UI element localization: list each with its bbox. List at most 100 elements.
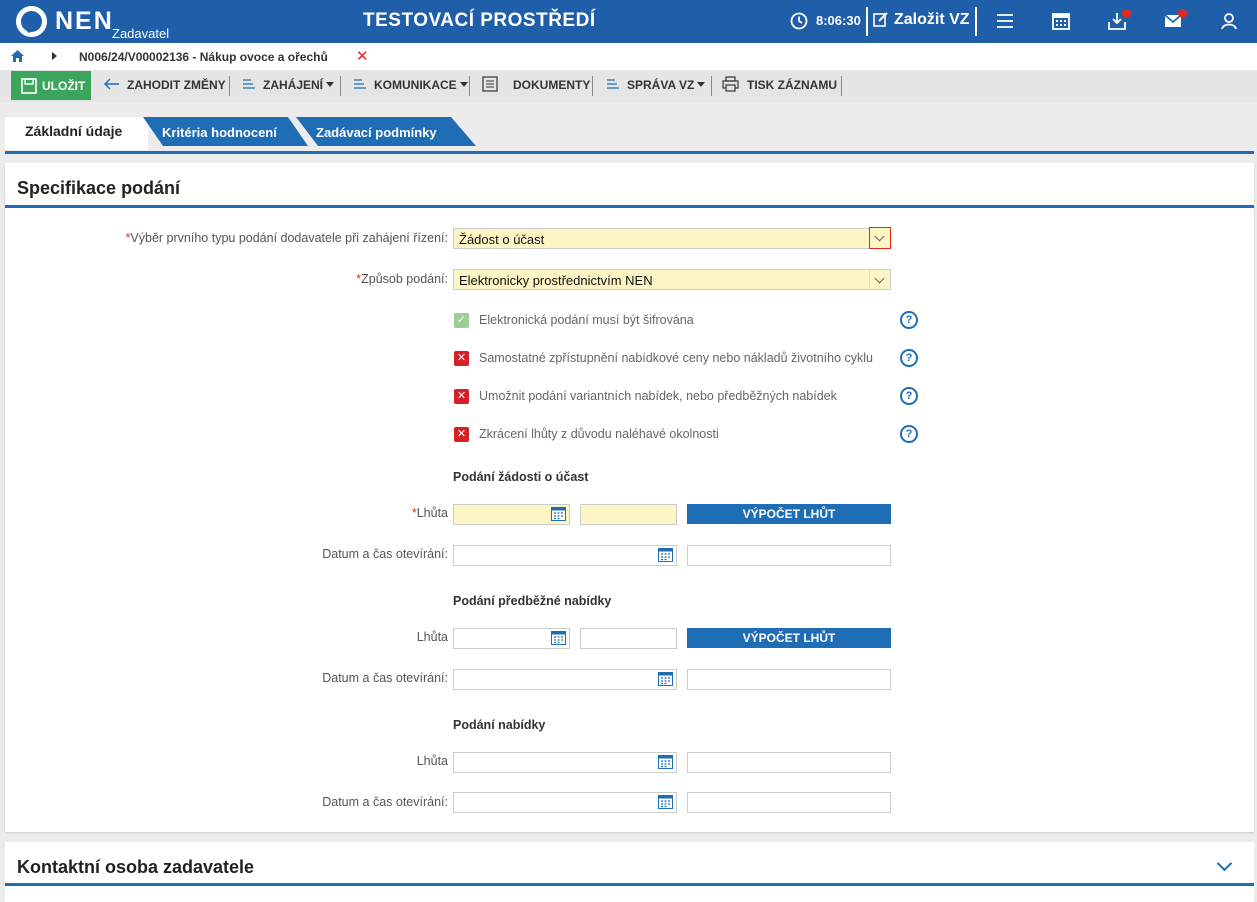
panel-underline (5, 883, 1254, 886)
divider (469, 76, 470, 96)
panel-header: Specifikace podání (5, 163, 1254, 208)
calendar-icon[interactable] (1051, 11, 1071, 31)
help-icon[interactable]: ? (900, 311, 918, 329)
urgent-shortening-checkbox-label: Zkrácení lhůty z důvodu naléhavé okolnos… (479, 427, 719, 441)
contact-person-panel[interactable]: Kontaktní osoba zadavatele (5, 842, 1254, 902)
first-submission-type-select[interactable]: Žádost o účast (453, 227, 891, 249)
encryption-checkbox[interactable]: ✓ (454, 313, 469, 328)
offer-opening-label: Datum a čas otevírání: (322, 795, 448, 809)
save-icon (21, 78, 37, 94)
tab-tender-conditions-label: Zadávací podmínky (316, 125, 437, 140)
divider (592, 76, 593, 96)
first-submission-type-label: *Výběr prvního typu podání dodavatele př… (125, 231, 448, 245)
top-bar: NEN Zadavatel TESTOVACÍ PROSTŘEDÍ 8:06:3… (0, 0, 1257, 43)
first-submission-type-value: Žádost o účast (459, 232, 545, 247)
calendar-picker-icon[interactable] (655, 793, 676, 812)
chevron-down-icon[interactable] (1216, 855, 1233, 872)
offer-deadline-date-input[interactable] (453, 752, 677, 773)
session-time: 8:06:30 (816, 13, 861, 28)
save-button[interactable]: ULOŽIT (11, 71, 91, 100)
calendar-picker-icon[interactable] (655, 546, 676, 565)
calendar-picker-icon[interactable] (548, 505, 569, 524)
calculate-deadlines-button[interactable]: VÝPOČET LHŮT (687, 628, 891, 648)
offer-deadline-label: Lhůta (416, 754, 448, 768)
help-icon[interactable]: ? (900, 387, 918, 405)
tab-basic-info[interactable]: Základní údaje (5, 117, 148, 150)
print-record-button[interactable]: TISK ZÁZNAMU (722, 76, 837, 92)
request-deadline-date-input[interactable] (453, 504, 570, 525)
request-deadline-time-input[interactable] (580, 504, 677, 525)
toolbar: ULOŽIT ZAHODIT ZMĚNY ZAHÁJENÍ KOMUNIKACE… (0, 70, 1257, 102)
encryption-checkbox-label: Elektronická podání musí být šifrována (479, 313, 694, 327)
help-icon[interactable]: ? (900, 349, 918, 367)
create-contract-button[interactable]: Založit VZ (873, 11, 970, 29)
documents-label: DOKUMENTY (513, 78, 591, 92)
tab-basic-info-label: Základní údaje (25, 123, 123, 139)
submission-method-value: Elektronicky prostřednictvím NEN (459, 273, 653, 288)
urgent-shortening-checkbox[interactable]: ✕ (454, 427, 469, 442)
home-icon[interactable] (11, 50, 24, 62)
offer-opening-date-input[interactable] (453, 792, 677, 813)
start-menu-label: ZAHÁJENÍ (263, 78, 324, 92)
tab-tender-conditions[interactable]: Zadávací podmínky (296, 117, 476, 146)
breadcrumb-title[interactable]: N006/24/V00002136 - Nákup ovoce a ořechů (79, 50, 328, 64)
submission-method-label: *Způsob podání: (356, 272, 448, 286)
preliminary-opening-time-input[interactable] (687, 669, 891, 690)
submission-spec-panel: Specifikace podání *Výběr prvního typu p… (5, 163, 1254, 832)
offer-deadline-time-input[interactable] (687, 752, 891, 773)
chevron-down-icon[interactable] (869, 227, 891, 249)
preliminary-deadline-time-input[interactable] (580, 628, 677, 649)
divider (841, 76, 842, 96)
preliminary-opening-label: Datum a čas otevírání: (322, 671, 448, 685)
divider (711, 76, 712, 96)
list-icon (607, 79, 619, 89)
clock-icon (790, 12, 808, 30)
logo-text: NEN (55, 7, 114, 35)
help-icon[interactable]: ? (900, 425, 918, 443)
save-label: ULOŽIT (42, 79, 86, 93)
dropdown-caret-icon (459, 82, 468, 87)
tab-evaluation-criteria-label: Kritéria hodnocení (162, 125, 277, 140)
communication-menu-label: KOMUNIKACE (374, 78, 457, 92)
calendar-picker-icon[interactable] (548, 629, 569, 648)
documents-button[interactable]: DOKUMENTY (482, 76, 591, 92)
variant-offers-checkbox-label: Umožnit podání variantních nabídek, nebo… (479, 389, 837, 403)
edit-icon (873, 12, 888, 27)
contract-management-menu-button[interactable]: SPRÁVA VZ (605, 78, 706, 92)
message-badge (1178, 9, 1187, 18)
discard-changes-button[interactable]: ZAHODIT ZMĚNY (103, 78, 226, 92)
divider (866, 7, 868, 36)
print-record-label: TISK ZÁZNAMU (747, 78, 837, 92)
chevron-down-icon[interactable] (869, 270, 890, 289)
submission-method-select[interactable]: Elektronicky prostřednictvím NEN (453, 269, 891, 290)
preliminary-deadline-date-input[interactable] (453, 628, 570, 649)
communication-menu-button[interactable]: KOMUNIKACE (352, 78, 468, 92)
divider (975, 7, 977, 36)
request-opening-date-input[interactable] (453, 545, 677, 566)
calendar-picker-icon[interactable] (655, 670, 676, 689)
variant-offers-checkbox[interactable]: ✕ (454, 389, 469, 404)
undo-icon (104, 78, 119, 90)
section-title: Specifikace podání (17, 178, 181, 198)
environment-title: TESTOVACÍ PROSTŘEDÍ (363, 10, 596, 31)
dropdown-caret-icon (697, 82, 706, 87)
preliminary-opening-date-input[interactable] (453, 669, 677, 690)
close-record-icon[interactable]: ✕ (356, 47, 369, 65)
offer-opening-time-input[interactable] (687, 792, 891, 813)
nen-logo-icon (16, 6, 47, 37)
calendar-picker-icon[interactable] (655, 753, 676, 772)
menu-icon[interactable] (995, 11, 1015, 31)
offer-submission-heading: Podání nabídky (453, 718, 546, 732)
separate-price-checkbox-label: Samostatné zpřístupnění nabídkové ceny n… (479, 351, 874, 365)
calculate-deadlines-button[interactable]: VÝPOČET LHŮT (687, 504, 891, 524)
request-submission-heading: Podání žádosti o účast (453, 470, 589, 484)
request-opening-label: Datum a čas otevírání: (322, 547, 448, 561)
user-icon[interactable] (1219, 11, 1239, 31)
preliminary-offer-heading: Podání předběžné nabídky (453, 594, 612, 608)
start-menu-button[interactable]: ZAHÁJENÍ (241, 78, 335, 92)
tab-evaluation-criteria[interactable]: Kritéria hodnocení (143, 117, 308, 146)
separate-price-checkbox[interactable]: ✕ (454, 351, 469, 366)
request-opening-time-input[interactable] (687, 545, 891, 566)
dropdown-caret-icon (326, 82, 335, 87)
contract-management-label: SPRÁVA VZ (627, 78, 695, 92)
